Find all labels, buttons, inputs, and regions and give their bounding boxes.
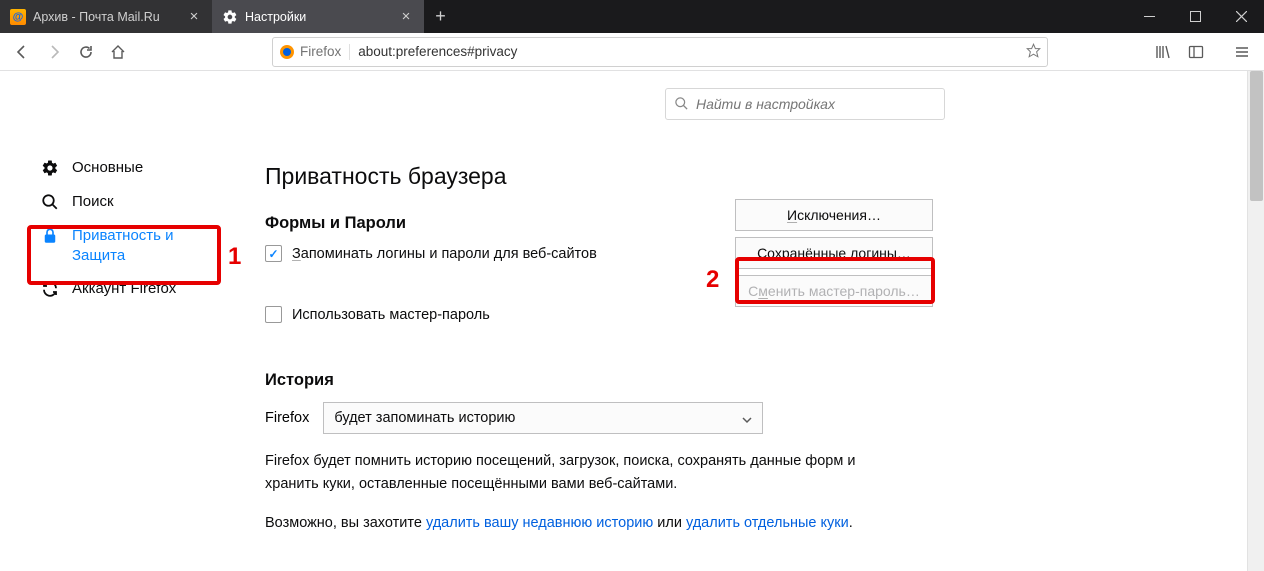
mail-favicon-icon: @ [10,9,26,25]
tab-strip: @ Архив - Почта Mail.Ru × Настройки × + [0,0,1264,33]
history-lead: Firefox [265,410,309,426]
bookmark-star-icon[interactable] [1026,43,1041,61]
sidebar-icon[interactable] [1180,36,1212,68]
tab-label: Настройки [245,10,398,24]
forward-button[interactable] [38,36,70,68]
window-close-icon[interactable] [1218,0,1264,33]
reload-button[interactable] [70,36,102,68]
gear-icon [222,9,238,25]
gear-icon [40,158,60,178]
clear-cookies-link[interactable]: удалить отдельные куки [686,515,849,531]
sidebar-item-label: Приватность и Защита [72,226,219,265]
tab-label: Архив - Почта Mail.Ru [33,10,186,24]
url-text: about:preferences#privacy [358,44,517,59]
remember-logins-label: Запоминать логины и пароли для веб-сайто… [292,246,597,262]
change-master-password-button: Сменить мастер-пароль… [735,275,933,307]
close-icon[interactable]: × [186,9,202,25]
search-icon [674,96,689,116]
clear-history-link[interactable]: удалить вашу недавнюю историю [426,515,653,531]
menu-icon[interactable] [1226,36,1258,68]
saved-logins-button[interactable]: Сохранённые логины… [735,237,933,269]
new-tab-button[interactable]: + [424,0,457,33]
prefs-sidebar: Основные Поиск Приватность и Защита Акка… [0,71,235,571]
search-input[interactable] [665,88,945,120]
sidebar-item-label: Основные [72,158,143,178]
close-icon[interactable]: × [398,9,414,25]
sidebar-item-label: Аккаунт Firefox [72,279,176,299]
history-desc-1: Firefox будет помнить историю посещений,… [265,450,905,496]
chevron-down-icon [742,413,752,429]
history-desc-2: Возможно, вы захотите удалить вашу недав… [265,512,905,535]
scrollbar[interactable] [1247,71,1264,571]
sidebar-item-account[interactable]: Аккаунт Firefox [0,272,235,306]
page-title: Приватность браузера [265,163,1264,190]
select-value: будет запоминать историю [334,410,515,426]
tab-mail[interactable]: @ Архив - Почта Mail.Ru × [0,0,212,33]
preferences-content: Основные Поиск Приватность и Защита Акка… [0,71,1264,571]
sidebar-item-privacy[interactable]: Приватность и Защита [0,219,235,272]
home-button[interactable] [102,36,134,68]
scrollbar-thumb[interactable] [1250,71,1263,201]
section-history: История [265,371,1264,390]
prefs-search [665,88,945,120]
prefs-main: Приватность браузера Формы и Пароли Запо… [235,71,1264,571]
nav-toolbar: Firefox about:preferences#privacy [0,33,1264,71]
remember-logins-checkbox[interactable] [265,245,282,262]
firefox-logo-icon [279,44,295,60]
exceptions-button[interactable]: Исключения… [735,199,933,231]
lock-icon [40,226,60,246]
identity-label: Firefox [300,44,341,59]
url-bar[interactable]: Firefox about:preferences#privacy [272,37,1048,67]
back-button[interactable] [6,36,38,68]
sidebar-item-search[interactable]: Поиск [0,185,235,219]
tab-settings[interactable]: Настройки × [212,0,424,33]
sidebar-item-general[interactable]: Основные [0,151,235,185]
minimize-icon[interactable] [1126,0,1172,33]
sidebar-item-label: Поиск [72,192,114,212]
master-password-checkbox[interactable] [265,306,282,323]
maximize-icon[interactable] [1172,0,1218,33]
search-icon [40,192,60,212]
library-icon[interactable] [1146,36,1178,68]
identity-box[interactable]: Firefox [279,44,350,60]
history-mode-select[interactable]: будет запоминать историю [323,402,763,434]
master-password-label: Использовать мастер-пароль [292,307,490,323]
sync-icon [40,279,60,299]
